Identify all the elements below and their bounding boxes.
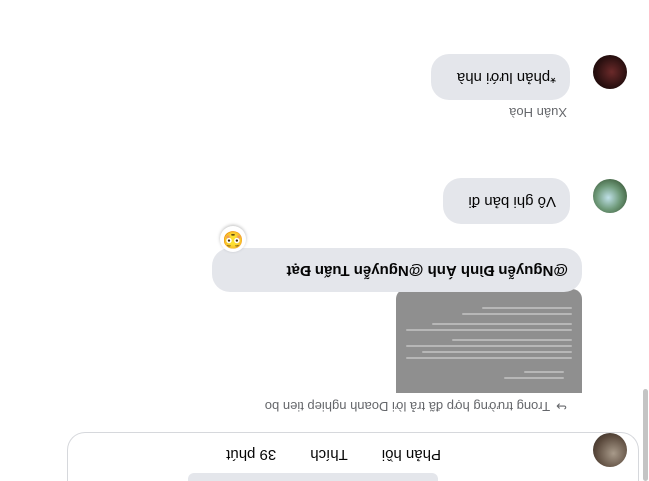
reply-button[interactable]: Phản hồi xyxy=(382,446,441,463)
reply-context-text: Trong trường hợp đã trả lời Doanh nghiep… xyxy=(264,399,551,414)
comment-bubble: *phản lưới nhà xyxy=(431,54,570,100)
comment-author[interactable]: Xuân Hoà xyxy=(509,105,567,120)
reply-input-field[interactable] xyxy=(188,473,438,481)
comment-bubble-mention: @Nguyễn Đình Ánh @Nguyễn Tuấn Đạt xyxy=(212,248,582,292)
comment-bubble: Vô ghi bản đi xyxy=(443,178,570,224)
avatar[interactable] xyxy=(593,179,627,213)
comment-actions: Phản hồi Thích 39 phút xyxy=(226,446,441,463)
scrollbar-thumb[interactable] xyxy=(643,389,648,481)
comment-thread: Phản hồi Thích 39 phút ↪ Trong trường hợp… xyxy=(0,0,649,481)
comment-actions-row: Phản hồi Thích 39 phút xyxy=(9,429,649,481)
avatar[interactable] xyxy=(593,433,627,467)
reply-arrow-icon: ↪ xyxy=(556,399,567,414)
like-button[interactable]: Thích xyxy=(310,446,348,463)
reply-context-note[interactable]: ↪ Trong trường hợp đã trả lời Doanh nghie… xyxy=(265,398,567,414)
comment-time: 39 phút xyxy=(226,446,277,463)
scrollbar[interactable] xyxy=(641,0,649,481)
shared-image[interactable] xyxy=(396,289,582,393)
avatar[interactable] xyxy=(593,55,627,89)
reaction-emoji-icon[interactable]: 😳 xyxy=(220,226,246,252)
